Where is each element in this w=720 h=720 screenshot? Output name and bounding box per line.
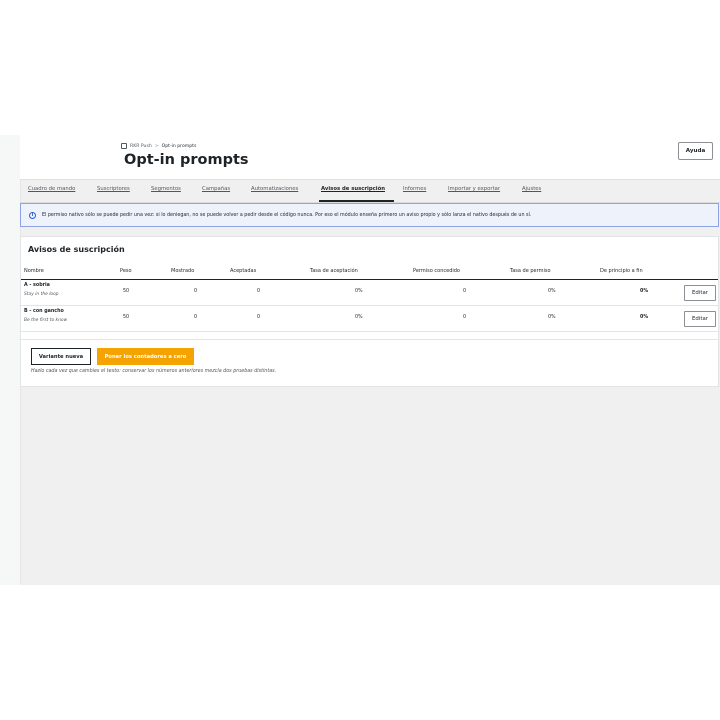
col-weight: Peso xyxy=(120,268,132,274)
row-divider xyxy=(21,331,718,332)
row-end-to-end: 0% xyxy=(640,289,649,294)
row-grant-rate: 0% xyxy=(548,315,556,320)
new-variant-button[interactable]: Variante nueva xyxy=(31,348,91,365)
row-accepted: 0 xyxy=(257,289,261,294)
row-shown: 0 xyxy=(194,315,198,320)
row-granted: 0 xyxy=(463,315,467,320)
row-name: B - con gancho xyxy=(24,309,64,314)
page-title: Opt-in prompts xyxy=(124,152,249,168)
tab-campaigns[interactable]: Campañas xyxy=(202,186,230,192)
col-granted: Permiso concedido xyxy=(413,268,460,274)
tab-segments[interactable]: Segmentos xyxy=(151,186,181,192)
row-end-to-end: 0% xyxy=(640,315,649,320)
tab-dashboard[interactable]: Cuadro de mando xyxy=(28,186,75,192)
row-divider xyxy=(21,305,718,306)
home-icon[interactable] xyxy=(121,143,127,149)
card-title: Avisos de suscripción xyxy=(28,245,125,254)
row-accepted: 0 xyxy=(257,315,261,320)
help-button[interactable]: Ayuda xyxy=(678,142,713,160)
breadcrumb: RKR Push > Opt-in prompts xyxy=(121,143,196,149)
row-accept-rate: 0% xyxy=(355,315,363,320)
info-notice: i El permiso nativo sólo se puede pedir … xyxy=(20,203,719,227)
page-header: RKR Push > Opt-in prompts Opt-in prompts xyxy=(20,135,720,180)
breadcrumb-home[interactable]: RKR Push xyxy=(130,144,152,149)
row-shown: 0 xyxy=(194,289,198,294)
col-name: Nombre xyxy=(24,268,44,274)
row-granted: 0 xyxy=(463,289,467,294)
section-divider xyxy=(21,339,718,340)
notice-text: El permiso nativo sólo se puede pedir un… xyxy=(42,212,532,218)
sidebar-edge xyxy=(0,135,21,585)
row-weight: 50 xyxy=(123,289,130,294)
tab-settings[interactable]: Ajustes xyxy=(522,186,541,192)
tab-automations[interactable]: Automatizaciones xyxy=(251,186,298,192)
info-icon: i xyxy=(29,211,36,219)
breadcrumb-current: Opt-in prompts xyxy=(161,143,197,149)
tab-reports[interactable]: Informes xyxy=(403,186,426,192)
row-grant-rate: 0% xyxy=(548,289,556,294)
prompts-card: Avisos de suscripción Nombre Peso Mostra… xyxy=(20,236,719,387)
row-name: A - sobria xyxy=(24,283,50,288)
row-subtitle: Stay in the loop xyxy=(24,292,59,297)
col-grant-rate: Tasa de permiso xyxy=(510,268,551,274)
active-tab-indicator xyxy=(319,200,394,202)
reset-hint: Hazlo cada vez que cambies el texto: con… xyxy=(31,369,277,374)
table-header-rule xyxy=(21,279,718,280)
col-end-to-end: De principio a fin xyxy=(600,268,643,274)
edit-button[interactable]: Editar xyxy=(684,285,716,301)
tab-subscribers[interactable]: Suscriptores xyxy=(97,186,130,192)
tab-import-export[interactable]: Importar y exportar xyxy=(448,186,500,192)
row-accept-rate: 0% xyxy=(355,289,363,294)
edit-button[interactable]: Editar xyxy=(684,311,716,327)
col-accepted: Aceptadas xyxy=(230,268,257,274)
row-subtitle: Be the first to know xyxy=(24,318,68,323)
admin-frame: RKR Push > Opt-in prompts Opt-in prompts… xyxy=(0,135,720,585)
row-weight: 50 xyxy=(123,315,130,320)
tab-optin-prompts[interactable]: Avisos de suscripción xyxy=(321,186,385,192)
breadcrumb-separator: > xyxy=(154,143,159,149)
col-shown: Mostrado xyxy=(171,268,195,274)
reset-counters-button[interactable]: Poner los contadores a cero xyxy=(97,348,194,365)
col-accept-rate: Tasa de aceptación xyxy=(310,268,358,274)
tab-bar: Cuadro de mando Suscriptores Segmentos C… xyxy=(20,179,720,203)
